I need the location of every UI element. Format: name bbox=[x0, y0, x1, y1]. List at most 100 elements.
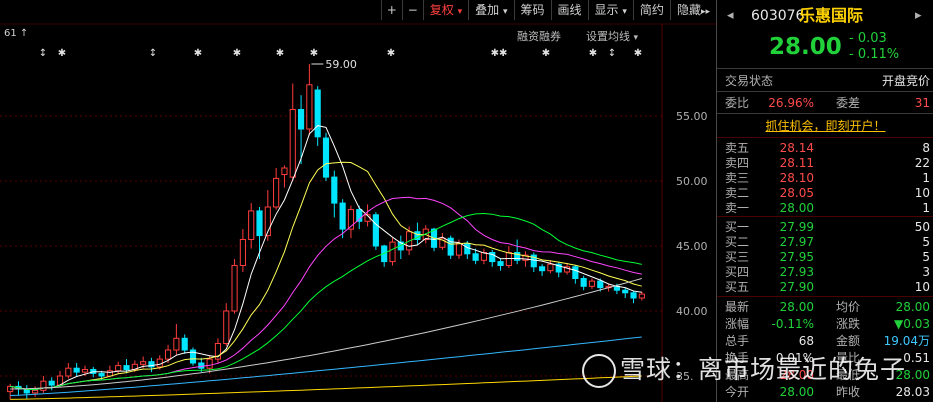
candle-body bbox=[98, 372, 105, 377]
chart-toolbar: + − 复权 ▾ 叠加 ▾ 筹码 画线 显示 ▾ 简约 隐藏▸▸ bbox=[380, 0, 716, 22]
bid-label: 买四 bbox=[725, 265, 750, 279]
diejia-dropdown[interactable]: 叠加 ▾ bbox=[468, 0, 513, 20]
kline-chart-panel[interactable]: 55.00 50.00 45.00 40.00 35. ↕ ✱ ↕ ✱ ✱ ✱ ✱ ✱ ✱✱ ✱ ✱ ↕ ✱ 59.… bbox=[0, 0, 716, 402]
diejia-label: 叠加 bbox=[475, 3, 500, 17]
candle-body bbox=[638, 293, 645, 299]
fuquan-label: 复权 bbox=[429, 3, 454, 17]
candle-body bbox=[597, 280, 604, 289]
price-change: - 0.03 bbox=[849, 31, 887, 46]
weibi-label: 委比 bbox=[725, 96, 750, 110]
huaxian-button[interactable]: 画线 bbox=[550, 0, 588, 20]
stat-label: 涨跌 bbox=[836, 317, 861, 331]
stat-value: 28.00 bbox=[895, 300, 930, 314]
candle-body bbox=[281, 167, 288, 175]
stat-label: 总手 bbox=[725, 334, 750, 348]
yincang-button[interactable]: 隐藏▸▸ bbox=[669, 0, 716, 20]
xianshi-label: 显示 bbox=[594, 3, 619, 17]
ask-volume: 8 bbox=[922, 141, 930, 155]
stat-value: ▼0.03 bbox=[894, 317, 930, 331]
collapse-arrows-icon: ▸▸ bbox=[700, 7, 710, 17]
bid-volume: 10 bbox=[914, 280, 930, 294]
rzrq-link[interactable]: 融资融券 bbox=[517, 28, 561, 44]
chevron-down-icon: ▾ bbox=[457, 7, 463, 17]
candle-body bbox=[322, 137, 330, 178]
ask-volume: 22 bbox=[914, 156, 930, 170]
trade-status-value: 开盘竞价 bbox=[881, 74, 930, 88]
ask-row: 卖一 28.00 1 bbox=[717, 200, 933, 216]
event-marker-icon: ✱ bbox=[58, 48, 66, 59]
candle-body bbox=[73, 367, 80, 373]
event-marker-icon: ✱ bbox=[387, 48, 395, 59]
max-price-label: 59.00 bbox=[325, 58, 357, 71]
candle-body bbox=[472, 253, 479, 261]
bid-volume: 50 bbox=[914, 220, 930, 234]
candle-body bbox=[273, 177, 280, 208]
chevron-right-icon[interactable]: ▸ bbox=[915, 6, 922, 26]
arrow-up-icon: ↑ bbox=[19, 28, 29, 39]
chevron-left-icon[interactable]: ◂ bbox=[727, 6, 734, 26]
quote-sidebar: ◂ 603076 乐惠国际 ▸ 28.00 - 0.03 - 0.11% 交易状… bbox=[716, 0, 933, 402]
ask-volume: 10 bbox=[914, 186, 930, 200]
ma-line bbox=[10, 336, 642, 396]
candle-body bbox=[306, 84, 313, 130]
candle-body bbox=[173, 337, 180, 351]
candle-body bbox=[539, 266, 546, 272]
chevron-down-icon: ▾ bbox=[622, 7, 627, 17]
candle-body bbox=[198, 362, 205, 369]
ask-price: 28.14 bbox=[779, 141, 814, 155]
kline-chart[interactable]: 55.0050.0045.0040.0035.↕ ✱ ↕ ✱ ✱ ✱ ✱ ✱ ✱✱ ✱ ✱ ↕ ✱59.… bbox=[0, 0, 716, 402]
candle-body bbox=[455, 242, 463, 256]
ask-label: 卖五 bbox=[725, 141, 750, 155]
bid-row: 买一 27.99 50 bbox=[717, 219, 933, 235]
ask-price: 28.05 bbox=[779, 186, 814, 200]
candle-body bbox=[239, 239, 246, 266]
bid-row: 买二 27.97 5 bbox=[717, 234, 933, 250]
ask-row: 卖二 28.05 10 bbox=[717, 185, 933, 201]
ask-label: 卖一 bbox=[725, 201, 750, 215]
trade-status-label: 交易状态 bbox=[725, 74, 774, 88]
candle-body bbox=[140, 361, 147, 365]
candle-body bbox=[256, 210, 263, 237]
candle-body bbox=[165, 349, 172, 360]
bid-row: 买四 27.93 3 bbox=[717, 264, 933, 280]
ask-row: 卖三 28.10 1 bbox=[717, 170, 933, 186]
y-tick-label: 55.00 bbox=[676, 110, 708, 123]
fuquan-dropdown[interactable]: 复权 ▾ bbox=[422, 0, 468, 20]
stat-label: 均价 bbox=[836, 300, 861, 314]
stat-row: 总手 68 金额 19.04万 bbox=[717, 333, 933, 349]
chouma-button[interactable]: 筹码 bbox=[513, 0, 551, 20]
ask-volume: 1 bbox=[922, 201, 930, 215]
stat-row: 最新 28.00 均价 28.00 bbox=[717, 299, 933, 315]
zoom-in-button[interactable]: + bbox=[380, 0, 402, 20]
candle-body bbox=[331, 176, 338, 204]
weibi-value: 26.96% bbox=[768, 96, 814, 110]
event-marker-icon: ↕ bbox=[608, 48, 616, 59]
bid-price: 27.90 bbox=[779, 280, 814, 294]
event-marker-icon: ↕ bbox=[39, 48, 47, 59]
event-marker-icon: ✱ bbox=[634, 48, 642, 59]
candle-body bbox=[106, 370, 113, 377]
stat-value: 28.00 bbox=[779, 300, 814, 314]
ask-label: 卖三 bbox=[725, 171, 750, 185]
event-marker-icon: ↕ bbox=[149, 48, 157, 59]
weicha-value: 31 bbox=[914, 96, 930, 110]
candle-body bbox=[48, 380, 55, 386]
open-account-ad-text: 抓住机会，即刻开户！ bbox=[765, 119, 886, 133]
xueqiu-logo-icon bbox=[582, 354, 616, 388]
ma-setting-dropdown[interactable]: 设置均线 ▾ bbox=[586, 28, 638, 44]
candle-body bbox=[181, 337, 188, 351]
weicha-label: 委差 bbox=[836, 96, 861, 110]
jianyue-button[interactable]: 简约 bbox=[632, 0, 670, 20]
ask-label: 卖二 bbox=[725, 186, 750, 200]
candle-body bbox=[223, 310, 230, 344]
open-account-ad[interactable]: 抓住机会，即刻开户！ bbox=[717, 118, 933, 134]
zoom-out-button[interactable]: − bbox=[401, 0, 423, 20]
bid-label: 买三 bbox=[725, 250, 750, 264]
bid-price: 27.99 bbox=[779, 220, 814, 234]
bid-label: 买一 bbox=[725, 220, 750, 234]
xianshi-dropdown[interactable]: 显示 ▾ bbox=[587, 0, 633, 20]
level-label: 61 bbox=[4, 28, 17, 39]
stat-label: 最新 bbox=[725, 300, 750, 314]
ask-volume: 1 bbox=[922, 171, 930, 185]
candle-body bbox=[40, 380, 47, 391]
